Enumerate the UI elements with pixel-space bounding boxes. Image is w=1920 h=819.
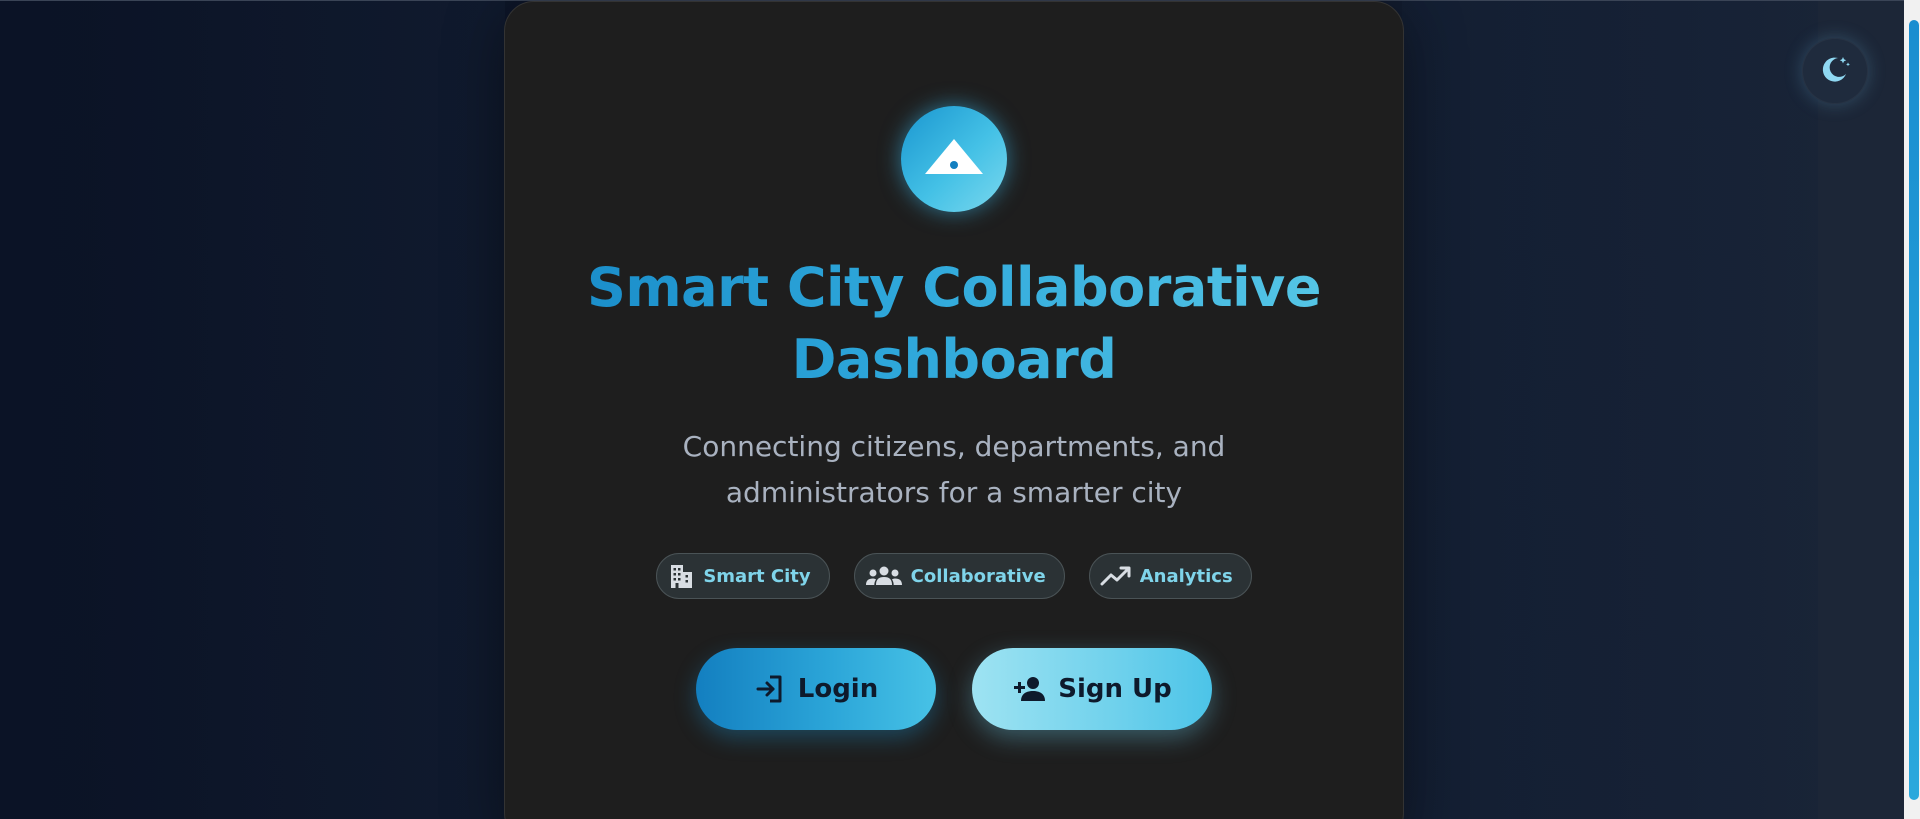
login-button[interactable]: Login [696,648,936,730]
welcome-card: Smart City Collaborative Dashboard Conne… [504,1,1404,819]
page-title-line1: Smart City Collaborative [587,256,1321,319]
background-band-left [90,0,505,819]
page-subtitle: Connecting citizens, departments, and ad… [505,424,1403,516]
login-button-label: Login [797,674,879,704]
city-buildings-icon [667,562,695,590]
triangle-logo-icon [923,137,985,181]
tag-label: Smart City [703,565,811,587]
page-scrollbar[interactable] [1904,0,1920,819]
login-icon [754,673,786,705]
tag-analytics: Analytics [1088,553,1252,599]
background-right-strip [1818,0,1904,819]
user-plus-icon [1012,675,1046,703]
tag-collaborative: Collaborative [853,553,1065,599]
page-title-line2: Dashboard [791,328,1117,391]
moon-stars-icon [1818,52,1852,90]
users-group-icon [865,564,903,588]
tag-smart-city: Smart City [656,553,830,599]
background-band-right [1402,0,1818,819]
signup-button[interactable]: Sign Up [972,648,1212,730]
app-logo [901,106,1007,212]
feature-tags: Smart City Collaborative Analytics [505,553,1403,599]
signup-button-label: Sign Up [1058,674,1172,704]
page-subtitle-line1: Connecting citizens, departments, and [682,430,1226,463]
scrollbar-thumb[interactable] [1909,20,1919,800]
tag-label: Collaborative [910,565,1046,587]
auth-actions: Login Sign Up [505,648,1403,730]
trending-up-icon [1100,564,1132,588]
page-subtitle-line2: administrators for a smarter city [725,476,1183,509]
theme-toggle-button[interactable] [1802,38,1868,104]
page-title: Smart City Collaborative Dashboard [505,252,1403,396]
tag-label: Analytics [1139,565,1233,587]
